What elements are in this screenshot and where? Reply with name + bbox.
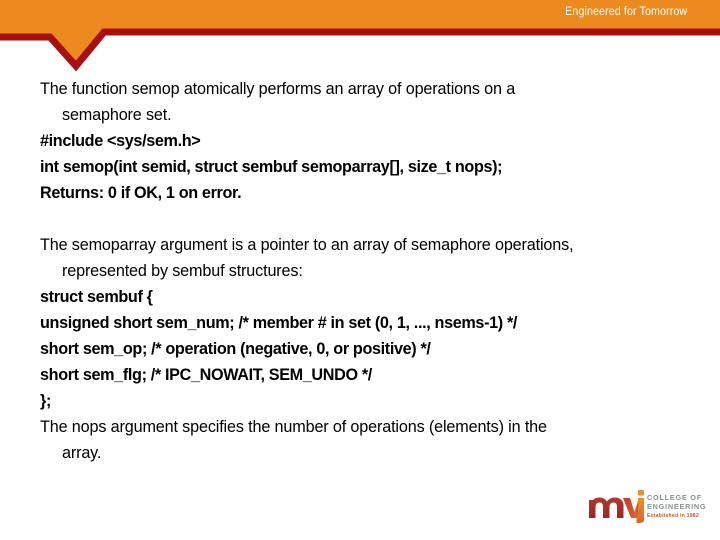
text-line-3: unsigned short sem_num; /* member # in s… xyxy=(40,314,518,332)
header-red-stroke xyxy=(0,28,720,72)
text-line-2: struct sembuf { xyxy=(40,288,153,306)
logo-line-college: COLLEGE OF xyxy=(647,493,702,502)
text-line-3: int semop(int semid, struct sembuf semop… xyxy=(40,158,503,176)
paragraph-block-1: The function semop atomically performs a… xyxy=(40,76,690,206)
mvj-wordmark-svg xyxy=(589,490,644,523)
text-line-0: The function semop atomically performs a… xyxy=(40,80,516,98)
header-tagline: Engineered for Tomorrow xyxy=(564,6,687,18)
text-line-2: #include <sys/sem.h> xyxy=(40,132,201,150)
text-line-1: represented by sembuf structures: xyxy=(62,262,303,280)
text-line-0: The semoparray argument is a pointer to … xyxy=(40,236,574,254)
text-line-6: }; xyxy=(40,392,51,410)
logo-letter-m xyxy=(589,497,624,518)
paragraph-block-2: The semoparray argument is a pointer to … xyxy=(40,232,690,466)
logo-line-engineering: ENGINEERING xyxy=(647,502,707,512)
mvj-logo: COLLEGE OF ENGINEERING Established in 19… xyxy=(588,487,710,527)
text-line-8: array. xyxy=(62,444,102,462)
mvj-logo-text: COLLEGE OF ENGINEERING Established in 19… xyxy=(647,493,709,521)
text-line-1: semaphore set. xyxy=(62,106,172,124)
slide-body-content: The function semop atomically performs a… xyxy=(40,76,690,466)
text-line-5: short sem_flg; /* IPC_NOWAIT, SEM_UNDO *… xyxy=(40,366,372,384)
text-line-4: Returns: 0 if OK, 1 on error. xyxy=(40,184,242,202)
slide-canvas: Engineered for Tomorrow The function sem… xyxy=(0,0,720,540)
logo-line-established: Established in 1982 xyxy=(647,513,699,520)
logo-letter-j-dot xyxy=(638,490,644,496)
text-line-4: short sem_op; /* operation (negative, 0,… xyxy=(40,340,431,358)
mvj-wordmark-icon xyxy=(588,487,644,523)
text-line-7: The nops argument specifies the number o… xyxy=(40,418,547,436)
slide-header-banner: Engineered for Tomorrow xyxy=(0,0,720,72)
